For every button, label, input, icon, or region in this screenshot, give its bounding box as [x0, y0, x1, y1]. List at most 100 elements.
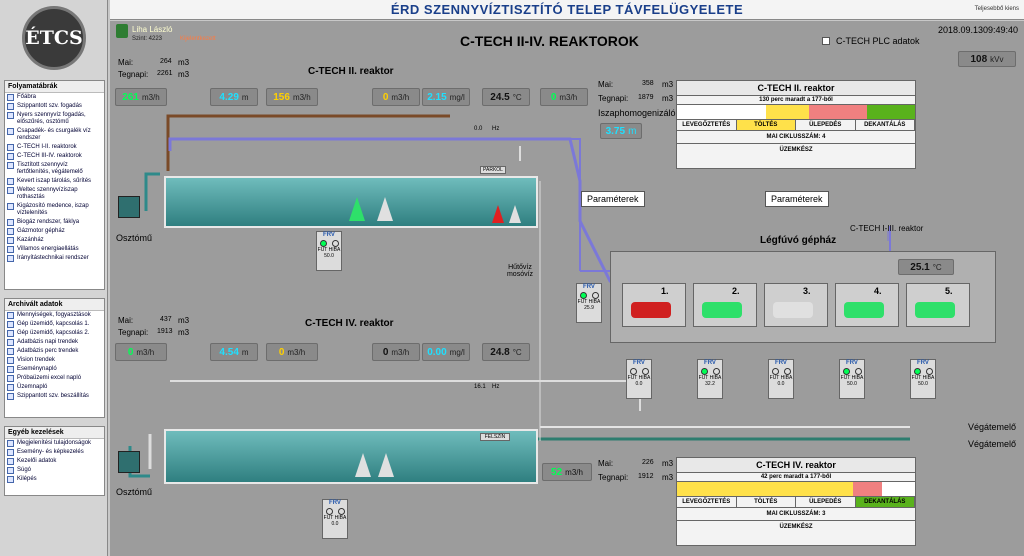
other-item[interactable]: Súgó — [5, 466, 104, 475]
plc-checkbox[interactable] — [822, 37, 830, 45]
blower-motor-icon — [773, 302, 813, 318]
r4-osztomu: Osztómű — [116, 487, 153, 497]
logout-link[interactable]: Teljesebbő kiens — [975, 6, 1019, 12]
other-item-icon — [7, 449, 14, 456]
other-item[interactable]: Kilépés — [5, 475, 104, 484]
readout-unit: °C — [512, 347, 522, 357]
iszap-mai-unit: m3 — [662, 80, 674, 89]
other-item-icon — [7, 458, 14, 465]
readout-value: 24.5 — [490, 91, 510, 103]
readout-unit: m3/h — [559, 92, 578, 102]
archive-item-label: Adatbázis napi trendek — [17, 339, 79, 345]
blower-unit[interactable]: 1. — [622, 283, 686, 327]
flow-item-icon — [7, 228, 14, 235]
r4-frv-panel[interactable]: FRV FUT HIBA 0.0 — [322, 499, 348, 539]
archive-item[interactable]: Próbaüzemi excel napló — [5, 374, 104, 383]
archive-item[interactable]: Vision trendek — [5, 356, 104, 365]
flow-item[interactable]: Weltec szennyvíziszap rothasztás — [5, 186, 104, 202]
param-button-2[interactable]: Paraméterek — [765, 191, 829, 207]
r2-readout: 0 m3/h — [372, 88, 420, 106]
blower-unit-frv[interactable]: FRV FUT HIBA 50.0 — [839, 359, 865, 399]
archive-item[interactable]: Szippantott szv. beszállítás — [5, 392, 104, 401]
flow-item-label: Nyers szennyvíz fogadás, előszűrés, oszt… — [17, 112, 86, 125]
out-flow: 52 m3/h — [542, 463, 592, 481]
blower-unit-frv[interactable]: FRV FUT HIBA 0.0 — [626, 359, 652, 399]
r2-readout: 261 m3/h — [115, 88, 167, 106]
blower-unit[interactable]: 3. — [764, 283, 828, 327]
archive-item[interactable]: Gép üzemidő, kapcsolás 1. — [5, 320, 104, 329]
flow-item-icon — [7, 144, 14, 151]
param-button-1[interactable]: Paraméterek — [581, 191, 645, 207]
readout-value: 0 — [382, 91, 389, 103]
ctl2-progress — [677, 104, 915, 120]
ctl4-progress — [677, 481, 915, 497]
r4-felszin: FELSZÍN — [480, 433, 510, 441]
flow-item[interactable]: Kigázosító medence, iszap víztelenítés — [5, 202, 104, 218]
flow-item[interactable]: Villamos energiaellátás — [5, 245, 104, 254]
blower-unit-frv[interactable]: FRV FUT HIBA 50.0 — [910, 359, 936, 399]
readout-unit: m — [241, 347, 249, 357]
flow-item[interactable]: C-TECH I-II. reaktorok — [5, 143, 104, 152]
blower-unit-frv[interactable]: FRV FUT HIBA 32.2 — [697, 359, 723, 399]
flow-item[interactable]: Gázmotor gépház — [5, 227, 104, 236]
archive-item[interactable]: Adatbázis perc trendek — [5, 347, 104, 356]
blower-unit-leds — [769, 368, 793, 375]
other-item[interactable]: Megjelenítési tulajdonságok — [5, 439, 104, 448]
flow-item[interactable]: Tisztított szennyvíz fertőtlenítés, végá… — [5, 161, 104, 177]
archive-item[interactable]: Gép üzemidő, kapcsolás 2. — [5, 329, 104, 338]
r2-frv-panel[interactable]: FRV FUT HIBA 50.0 — [316, 231, 342, 271]
blower-frv-title: FRV — [583, 284, 595, 290]
flow-item[interactable]: Kazánház — [5, 236, 104, 245]
flow-item-icon — [7, 203, 14, 210]
blower-unit-leds — [698, 368, 722, 375]
flow-item-label: Gázmotor gépház — [17, 228, 65, 234]
flow-item[interactable]: Biogáz rendszer, fáklya — [5, 218, 104, 227]
flow-item[interactable]: C-TECH III-IV. reaktorok — [5, 152, 104, 161]
readout-value: 156 — [273, 91, 290, 103]
flow-item-icon — [7, 94, 14, 101]
flow-item[interactable]: Kevert iszap tárolás, sűrítés — [5, 177, 104, 186]
flow-item[interactable]: Szippantott szv. fogadás — [5, 102, 104, 111]
archive-item[interactable]: Adatbázis napi trendek — [5, 338, 104, 347]
blower-hiba-led — [591, 292, 599, 299]
fut-led — [700, 368, 708, 375]
ctl4-remain: 42 perc maradt a 177-ből — [760, 474, 832, 480]
out-mai-unit: m3 — [662, 459, 674, 468]
flow-item[interactable]: Csapadék- és csurgalék víz rendszer — [5, 127, 104, 143]
blower-unit-hz: 32.2 — [705, 381, 715, 387]
ctl2-title: C-TECH II. reaktor — [677, 81, 915, 96]
r4-readout: 24.8 °C — [482, 343, 530, 361]
archive-item-icon — [7, 321, 14, 328]
other-item-label: Megjelenítési tulajdonságok — [17, 440, 92, 446]
other-item[interactable]: Kezelői adatok — [5, 457, 104, 466]
r2-hiba-led — [331, 240, 339, 247]
flow-item[interactable]: Irányítástechnikai rendszer — [5, 254, 104, 263]
flow-item[interactable]: Nyers szennyvíz fogadás, előszűrés, oszt… — [5, 111, 104, 127]
blower-link[interactable]: C-TECH I-III. reaktor — [850, 224, 923, 233]
blower-frv-panel[interactable]: FRV FUT HIBA 25.9 — [576, 283, 602, 323]
other-item[interactable]: Esemény- és képkezelés — [5, 448, 104, 457]
blower-unit-number: 3. — [803, 286, 811, 296]
archive-item-label: Adatbázis perc trendek — [17, 348, 79, 354]
blower-unit[interactable]: 2. — [693, 283, 757, 327]
archive-item[interactable]: Üzemnapló — [5, 383, 104, 392]
blower-unit[interactable]: 5. — [906, 283, 970, 327]
r2-mai: 264 — [160, 58, 172, 65]
r4-frv-hz: 0.0 — [331, 521, 339, 527]
blower-unit[interactable]: 4. — [835, 283, 899, 327]
flow-item-label: Kevert iszap tárolás, sűrítés — [17, 178, 92, 184]
archive-item[interactable]: Eseménynapló — [5, 365, 104, 374]
out-mai-label: Mai: — [598, 459, 614, 468]
archive-item-icon — [7, 366, 14, 373]
flow-item[interactable]: Főábra — [5, 93, 104, 102]
r4-hz-unit: Hz — [492, 384, 500, 390]
hiba-led — [712, 368, 720, 375]
blower-unit-frv-title: FRV — [775, 360, 787, 366]
fut-led — [913, 368, 921, 375]
blower-unit-frv[interactable]: FRV FUT HIBA 0.0 — [768, 359, 794, 399]
archive-item-label: Eseménynapló — [17, 366, 57, 372]
user-icon — [116, 24, 128, 38]
blower-unit-leds — [840, 368, 864, 375]
archive-item[interactable]: Mennyiségek, fogyasztások — [5, 311, 104, 320]
archive-item-label: Mennyiségek, fogyasztások — [17, 312, 91, 318]
